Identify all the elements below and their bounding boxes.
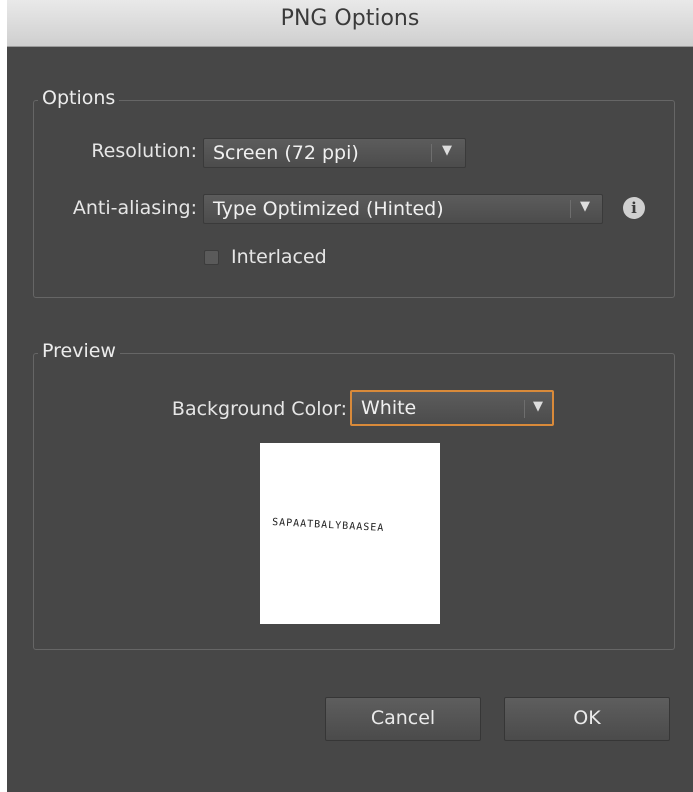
title-bar[interactable]: PNG Options	[7, 0, 693, 47]
background-color-label: Background Color:	[171, 398, 347, 420]
background-color-value: White	[361, 397, 417, 419]
png-options-dialog: PNG Options Options Resolution: Screen (…	[7, 0, 693, 792]
chevron-down-icon: ▼	[580, 199, 590, 214]
preview-image: SAPAATBALYBAASEA	[260, 443, 440, 624]
resolution-value: Screen (72 ppi)	[213, 142, 359, 164]
interlaced-label[interactable]: Interlaced	[231, 246, 327, 268]
chevron-down-icon: ▼	[442, 143, 452, 158]
anti-aliasing-label: Anti-aliasing:	[72, 197, 197, 219]
anti-aliasing-dropdown[interactable]: Type Optimized (Hinted) ▼	[203, 194, 603, 224]
dialog-title: PNG Options	[280, 6, 420, 31]
dropdown-divider	[524, 400, 525, 418]
interlaced-checkbox[interactable]	[204, 250, 219, 265]
dropdown-divider	[431, 144, 432, 162]
options-group-legend: Options	[38, 87, 120, 109]
resolution-dropdown[interactable]: Screen (72 ppi) ▼	[203, 138, 466, 168]
dropdown-divider	[570, 200, 571, 218]
info-icon[interactable]: i	[623, 197, 645, 219]
background-color-dropdown[interactable]: White ▼	[350, 390, 554, 426]
cancel-button[interactable]: Cancel	[325, 697, 481, 741]
ok-button[interactable]: OK	[504, 697, 670, 741]
resolution-label: Resolution:	[91, 140, 197, 162]
anti-aliasing-value: Type Optimized (Hinted)	[213, 198, 444, 220]
preview-group-legend: Preview	[38, 340, 120, 362]
preview-artwork: SAPAATBALYBAASEA	[271, 517, 385, 534]
chevron-down-icon: ▼	[533, 399, 543, 414]
